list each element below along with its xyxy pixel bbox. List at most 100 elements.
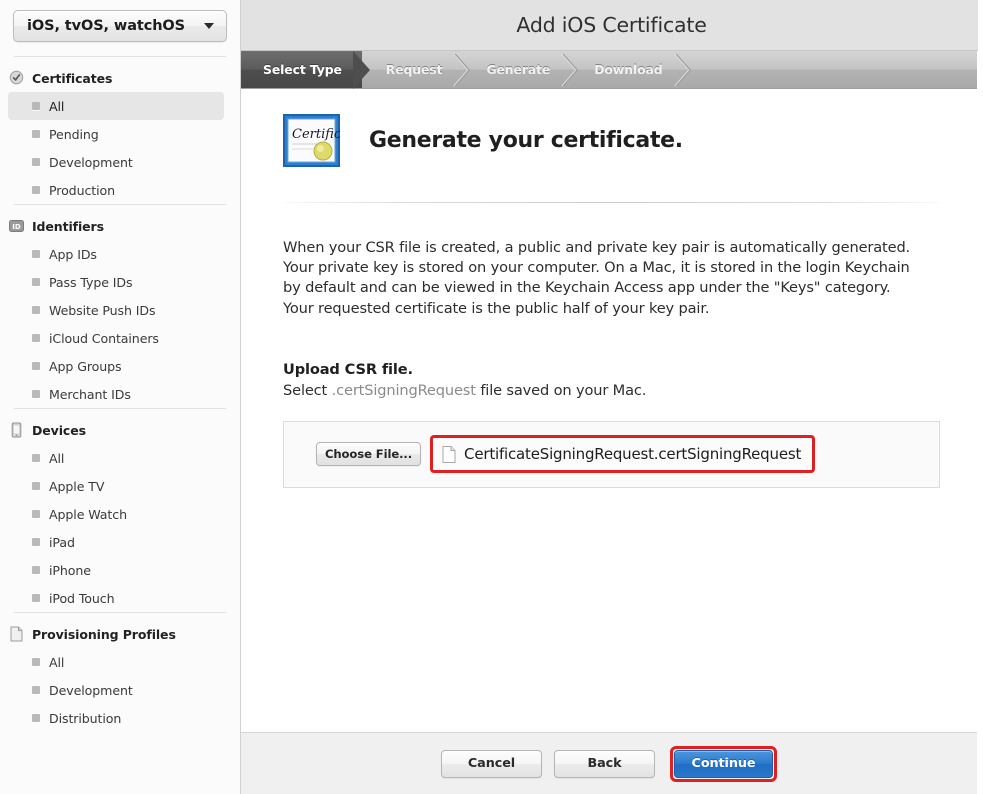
sidebar-item-devices-iphone[interactable]: iPhone bbox=[8, 556, 224, 584]
sidebar-item-label: iPhone bbox=[49, 562, 91, 578]
hero: Certificate Generate your certificate. bbox=[281, 89, 942, 169]
sidebar-divider bbox=[14, 408, 226, 409]
sidebar-section-certificates: Certificates All Pending Development Product… bbox=[0, 56, 240, 204]
sidebar-item-label: Apple TV bbox=[49, 478, 105, 494]
sidebar-item-label: Website Push IDs bbox=[49, 302, 156, 318]
sidebar-item-identifiers-app-groups[interactable]: App Groups bbox=[8, 352, 224, 380]
selected-file-name: CertificateSigningRequest.certSigningReq… bbox=[464, 445, 802, 464]
sidebar-item-label: All bbox=[49, 450, 65, 466]
sidebar-section-provisioning-profiles: Provisioning Profiles All Development Distr… bbox=[0, 612, 240, 732]
sidebar-item-label: Pass Type IDs bbox=[49, 274, 133, 290]
main-panel: Add iOS Certificate Select Type Request Ge… bbox=[241, 0, 983, 794]
sidebar-item-devices-ipad[interactable]: iPad bbox=[8, 528, 224, 556]
content-area: Certificate Generate your certificate. W… bbox=[241, 89, 982, 732]
divider bbox=[283, 202, 940, 203]
bullet-icon bbox=[32, 362, 40, 370]
sidebar-section-label: Certificates bbox=[32, 70, 113, 86]
upload-sub-extension: .certSigningRequest bbox=[331, 381, 476, 399]
wizard-step-select-type[interactable]: Select Type bbox=[241, 51, 370, 89]
sidebar-item-identifiers-website-push-ids[interactable]: Website Push IDs bbox=[8, 296, 224, 324]
sidebar-item-devices-apple-watch[interactable]: Apple Watch bbox=[8, 500, 224, 528]
sidebar-item-label: Apple Watch bbox=[49, 506, 127, 522]
bullet-icon bbox=[32, 250, 40, 258]
sidebar-item-identifiers-app-ids[interactable]: App IDs bbox=[8, 240, 224, 268]
file-upload-box: Choose File... CertificateSigningRequest… bbox=[283, 420, 940, 488]
sidebar-nav: Certificates All Pending Development Product… bbox=[0, 56, 240, 732]
sidebar-item-label: Development bbox=[49, 154, 133, 170]
sidebar-item-certificates-pending[interactable]: Pending bbox=[8, 120, 224, 148]
sidebar-item-label: All bbox=[49, 98, 65, 114]
upload-sub-prefix: Select bbox=[283, 381, 332, 399]
chevron-down-icon bbox=[204, 23, 214, 29]
sidebar-divider bbox=[14, 204, 226, 205]
sidebar-item-label: iPod Touch bbox=[49, 590, 115, 606]
bullet-icon bbox=[32, 658, 40, 666]
wizard-step-download[interactable]: Download bbox=[570, 51, 691, 88]
sidebar-section-header-identifiers: ID Identifiers bbox=[0, 212, 240, 240]
svg-text:ID: ID bbox=[12, 223, 21, 231]
sidebar-item-label: Pending bbox=[49, 126, 99, 142]
sidebar-section-label: Provisioning Profiles bbox=[32, 626, 176, 642]
bullet-icon bbox=[32, 334, 40, 342]
sidebar-item-provisioning-profiles-all[interactable]: All bbox=[8, 648, 224, 676]
continue-button[interactable]: Continue bbox=[674, 749, 773, 778]
wizard-step-label: Request bbox=[385, 62, 443, 77]
team-select-dropdown[interactable]: iOS, tvOS, watchOS bbox=[13, 10, 227, 42]
sidebar-item-certificates-development[interactable]: Development bbox=[8, 148, 224, 176]
sidebar-section-header-devices: Devices bbox=[0, 416, 240, 444]
certificate-icon: Certificate bbox=[283, 112, 362, 169]
sidebar-section-identifiers: ID Identifiers App IDs Pass Type IDs Website… bbox=[0, 204, 240, 408]
bullet-icon bbox=[32, 566, 40, 574]
sidebar-item-certificates-production[interactable]: Production bbox=[8, 176, 224, 204]
svg-text:Certificate: Certificate bbox=[292, 127, 340, 142]
wizard-step-label: Download bbox=[594, 62, 663, 77]
wizard-step-label: Select Type bbox=[263, 62, 342, 77]
sidebar-item-label: iPad bbox=[49, 534, 75, 550]
bullet-icon bbox=[32, 102, 40, 110]
sidebar-section-label: Devices bbox=[32, 422, 86, 438]
bullet-icon bbox=[32, 686, 40, 694]
bullet-icon bbox=[32, 454, 40, 462]
selected-file-highlight[interactable]: CertificateSigningRequest.certSigningReq… bbox=[430, 435, 816, 474]
wizard-step-request[interactable]: Request bbox=[362, 51, 471, 88]
upload-heading: Upload CSR file. bbox=[283, 360, 413, 378]
back-button[interactable]: Back bbox=[554, 749, 655, 778]
sidebar-section-header-provisioning-profiles: Provisioning Profiles bbox=[0, 620, 240, 648]
bullet-icon bbox=[32, 158, 40, 166]
sidebar-item-identifiers-merchant-ids[interactable]: Merchant IDs bbox=[8, 380, 224, 408]
bullet-icon bbox=[32, 390, 40, 398]
bullet-icon bbox=[32, 714, 40, 722]
sidebar-item-devices-apple-tv[interactable]: Apple TV bbox=[8, 472, 224, 500]
upload-sub-suffix: file saved on your Mac. bbox=[475, 381, 647, 399]
sidebar-item-devices-ipod-touch[interactable]: iPod Touch bbox=[8, 584, 224, 612]
certificate-seal-icon bbox=[9, 70, 24, 86]
sidebar-item-provisioning-profiles-development[interactable]: Development bbox=[8, 676, 224, 704]
bullet-icon bbox=[32, 186, 40, 194]
sidebar-item-label: Distribution bbox=[49, 710, 122, 726]
sidebar-item-devices-all[interactable]: All bbox=[8, 444, 224, 472]
bullet-icon bbox=[32, 278, 40, 286]
sidebar-item-provisioning-profiles-distribution[interactable]: Distribution bbox=[8, 704, 224, 732]
sidebar-item-identifiers-icloud-containers[interactable]: iCloud Containers bbox=[8, 324, 224, 352]
device-phone-icon bbox=[9, 422, 24, 438]
sidebar-section-label: Identifiers bbox=[32, 218, 104, 234]
continue-button-highlight: Continue bbox=[670, 745, 777, 782]
id-badge-icon: ID bbox=[9, 218, 24, 234]
page-title: Add iOS Certificate bbox=[516, 13, 707, 37]
choose-file-button[interactable]: Choose File... bbox=[316, 442, 422, 467]
document-page-icon bbox=[9, 626, 24, 642]
cancel-button[interactable]: Cancel bbox=[441, 749, 542, 778]
body-paragraph: When your CSR file is created, a public … bbox=[283, 239, 911, 317]
sidebar-item-label: Production bbox=[49, 182, 116, 198]
window-titlebar: Add iOS Certificate bbox=[241, 0, 982, 51]
add-ios-certificate-window: iOS, tvOS, watchOS Certificates All Pendin… bbox=[0, 0, 983, 794]
wizard-breadcrumb: Select Type Request Generate Download bbox=[241, 51, 977, 89]
sidebar-item-label: App Groups bbox=[49, 358, 122, 374]
sidebar-section-devices: Devices All Apple TV Apple Watch iPad iPhone i… bbox=[0, 408, 240, 612]
sidebar-item-certificates-all[interactable]: All bbox=[8, 92, 224, 120]
sidebar-item-label: Merchant IDs bbox=[49, 386, 131, 402]
action-footer: Cancel Back Continue bbox=[241, 732, 977, 794]
sidebar-item-identifiers-pass-type-ids[interactable]: Pass Type IDs bbox=[8, 268, 224, 296]
team-select-value: iOS, tvOS, watchOS bbox=[27, 18, 186, 34]
wizard-step-generate[interactable]: Generate bbox=[462, 51, 579, 88]
